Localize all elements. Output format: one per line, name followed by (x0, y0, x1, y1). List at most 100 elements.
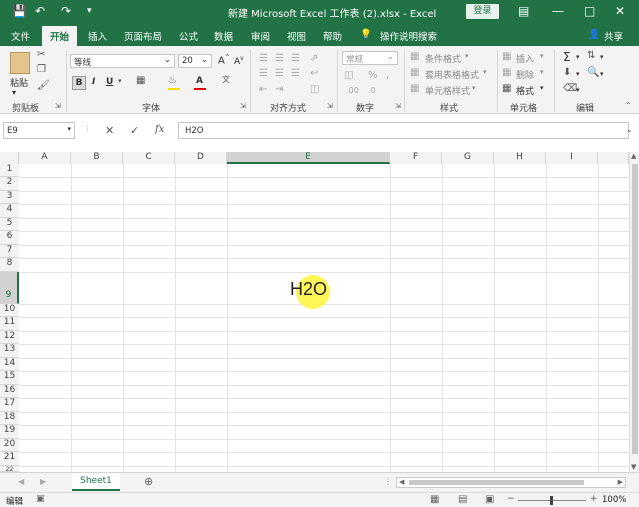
align-left-icon[interactable]: ☰ (259, 68, 268, 79)
row-header-8[interactable]: 8 (0, 258, 19, 272)
borders-icon[interactable]: ▦ (136, 75, 145, 86)
dialog-launcher-icon[interactable]: ⇲ (240, 102, 246, 110)
dialog-launcher-icon[interactable]: ⇲ (55, 102, 61, 110)
horizontal-scrollbar[interactable]: ◀ ▶ (396, 477, 626, 488)
scroll-up-icon[interactable]: ▲ (631, 152, 636, 160)
expand-formula-bar-icon[interactable]: ⌄ (626, 125, 633, 134)
phonetic-icon[interactable]: 文 (222, 74, 230, 85)
bold-icon[interactable]: B (72, 76, 86, 90)
column-header-b[interactable]: B (71, 152, 123, 164)
scroll-down-icon[interactable]: ▼ (631, 463, 636, 471)
orientation-icon[interactable]: ⇗ (310, 53, 318, 64)
insert-cells-button[interactable]: 插入 (516, 52, 534, 65)
customize-toolbar-icon[interactable]: ▾ (87, 6, 92, 16)
row-header-18[interactable]: 18 (0, 412, 19, 425)
row-header-17[interactable]: 17 (0, 398, 19, 412)
column-header-g[interactable]: G (442, 152, 494, 164)
row-header-9[interactable]: 9 (0, 272, 19, 304)
column-header-c[interactable]: C (123, 152, 175, 164)
format-cells-button[interactable]: 格式 (516, 84, 534, 97)
column-header-f[interactable]: F (390, 152, 442, 164)
underline-icon[interactable]: U (106, 77, 113, 87)
scroll-left-icon[interactable]: ◀ (399, 478, 404, 486)
scroll-thumb[interactable] (409, 480, 584, 485)
align-middle-icon[interactable]: ☰ (275, 53, 284, 64)
tab-home[interactable]: 开始 (42, 26, 78, 46)
dialog-launcher-icon[interactable]: ⇲ (327, 102, 333, 110)
zoom-slider-thumb[interactable] (550, 496, 553, 505)
row-header-2[interactable]: 2 (0, 177, 19, 191)
increase-font-icon[interactable]: A^ (218, 54, 230, 66)
font-size-box[interactable]: 20 ⌄ (178, 54, 212, 68)
sort-filter-icon[interactable]: ⇅ (587, 50, 595, 61)
currency-icon[interactable]: ◫ (344, 70, 353, 81)
fill-color-icon[interactable]: ♨ (168, 75, 177, 86)
italic-icon[interactable]: I (92, 77, 95, 87)
row-header-7[interactable]: 7 (0, 245, 19, 258)
align-bottom-icon[interactable]: ☰ (291, 53, 300, 64)
add-sheet-icon[interactable]: ⊕ (144, 475, 153, 488)
page-layout-view-icon[interactable]: ▤ (458, 494, 467, 505)
copy-icon[interactable]: ❐ (37, 64, 46, 75)
row-header-14[interactable]: 14 (0, 358, 19, 371)
decrease-indent-icon[interactable]: ⇤ (259, 84, 267, 95)
row-header-16[interactable]: 16 (0, 385, 19, 398)
row-header-6[interactable]: 6 (0, 231, 19, 245)
select-all-corner[interactable] (0, 152, 19, 164)
undo-icon[interactable]: ↶ (35, 4, 45, 18)
tab-page-layout[interactable]: 页面布局 (124, 29, 162, 43)
row-header-4[interactable]: 4 (0, 204, 19, 218)
conditional-format-button[interactable]: 条件格式 (425, 52, 461, 65)
cell-style-button[interactable]: 单元格样式 (425, 84, 470, 97)
decrease-decimal-icon[interactable]: .0 (368, 86, 376, 95)
close-icon[interactable]: ✕ (615, 4, 625, 18)
cancel-entry-icon[interactable]: ✕ (105, 124, 114, 137)
login-button[interactable]: 登录 (466, 4, 499, 19)
share-button[interactable]: 共享 (604, 29, 623, 43)
wrap-text-icon[interactable]: ↩ (310, 68, 318, 79)
align-top-icon[interactable]: ☰ (259, 53, 268, 64)
column-header-i[interactable]: I (546, 152, 598, 164)
font-color-icon[interactable]: A (196, 76, 203, 86)
zoom-in-icon[interactable]: + (590, 494, 598, 504)
decrease-font-icon[interactable]: Av (234, 55, 244, 67)
vertical-scrollbar[interactable]: ▲ ▼ (629, 152, 639, 472)
collapse-ribbon-icon[interactable]: ⌃ (625, 101, 632, 110)
row-header-11[interactable]: 11 (0, 317, 19, 331)
insert-function-icon[interactable]: fx (155, 124, 164, 135)
maximize-icon[interactable]: □ (584, 4, 595, 18)
tab-file[interactable]: 文件 (11, 29, 30, 43)
merge-center-icon[interactable]: ◫ (310, 84, 319, 95)
scroll-right-icon[interactable]: ▶ (618, 478, 623, 486)
cut-icon[interactable]: ✂ (37, 49, 45, 60)
autosum-icon[interactable]: Σ (563, 50, 571, 64)
next-sheet-icon[interactable]: ▶ (40, 477, 46, 486)
number-format-box[interactable]: 常规 ⌄ (342, 51, 398, 65)
increase-decimal-icon[interactable]: .00 (346, 86, 359, 95)
zoom-level[interactable]: 100% (602, 495, 626, 505)
fill-icon[interactable]: ⬇ (563, 67, 571, 78)
tab-formulas[interactable]: 公式 (179, 29, 198, 43)
row-header-5[interactable]: 5 (0, 218, 19, 231)
confirm-entry-icon[interactable]: ✓ (130, 124, 139, 137)
row-header-15[interactable]: 15 (0, 371, 19, 385)
tab-data[interactable]: 数据 (214, 29, 233, 43)
prev-sheet-icon[interactable]: ◀ (18, 477, 24, 486)
tab-insert[interactable]: 插入 (88, 29, 107, 43)
format-painter-icon[interactable]: 🖌 (37, 80, 50, 91)
column-header-h[interactable]: H (494, 152, 546, 164)
formula-input[interactable]: H2O (178, 122, 629, 139)
table-format-button[interactable]: 套用表格格式 (425, 68, 479, 81)
worksheet-grid[interactable] (0, 146, 639, 472)
row-header-20[interactable]: 20 (0, 439, 19, 452)
row-header-12[interactable]: 12 (0, 331, 19, 344)
percent-icon[interactable]: % (368, 70, 378, 81)
sheet-tab-sheet1[interactable]: Sheet1 (72, 473, 120, 491)
align-center-icon[interactable]: ☰ (275, 68, 284, 79)
row-header-3[interactable]: 3 (0, 191, 19, 204)
tab-review[interactable]: 审阅 (251, 29, 270, 43)
tell-me-search[interactable]: 操作说明搜索 (380, 29, 437, 43)
redo-icon[interactable]: ↷ (61, 4, 71, 18)
increase-indent-icon[interactable]: ⇥ (275, 84, 283, 95)
column-header-e[interactable]: E (227, 152, 390, 164)
